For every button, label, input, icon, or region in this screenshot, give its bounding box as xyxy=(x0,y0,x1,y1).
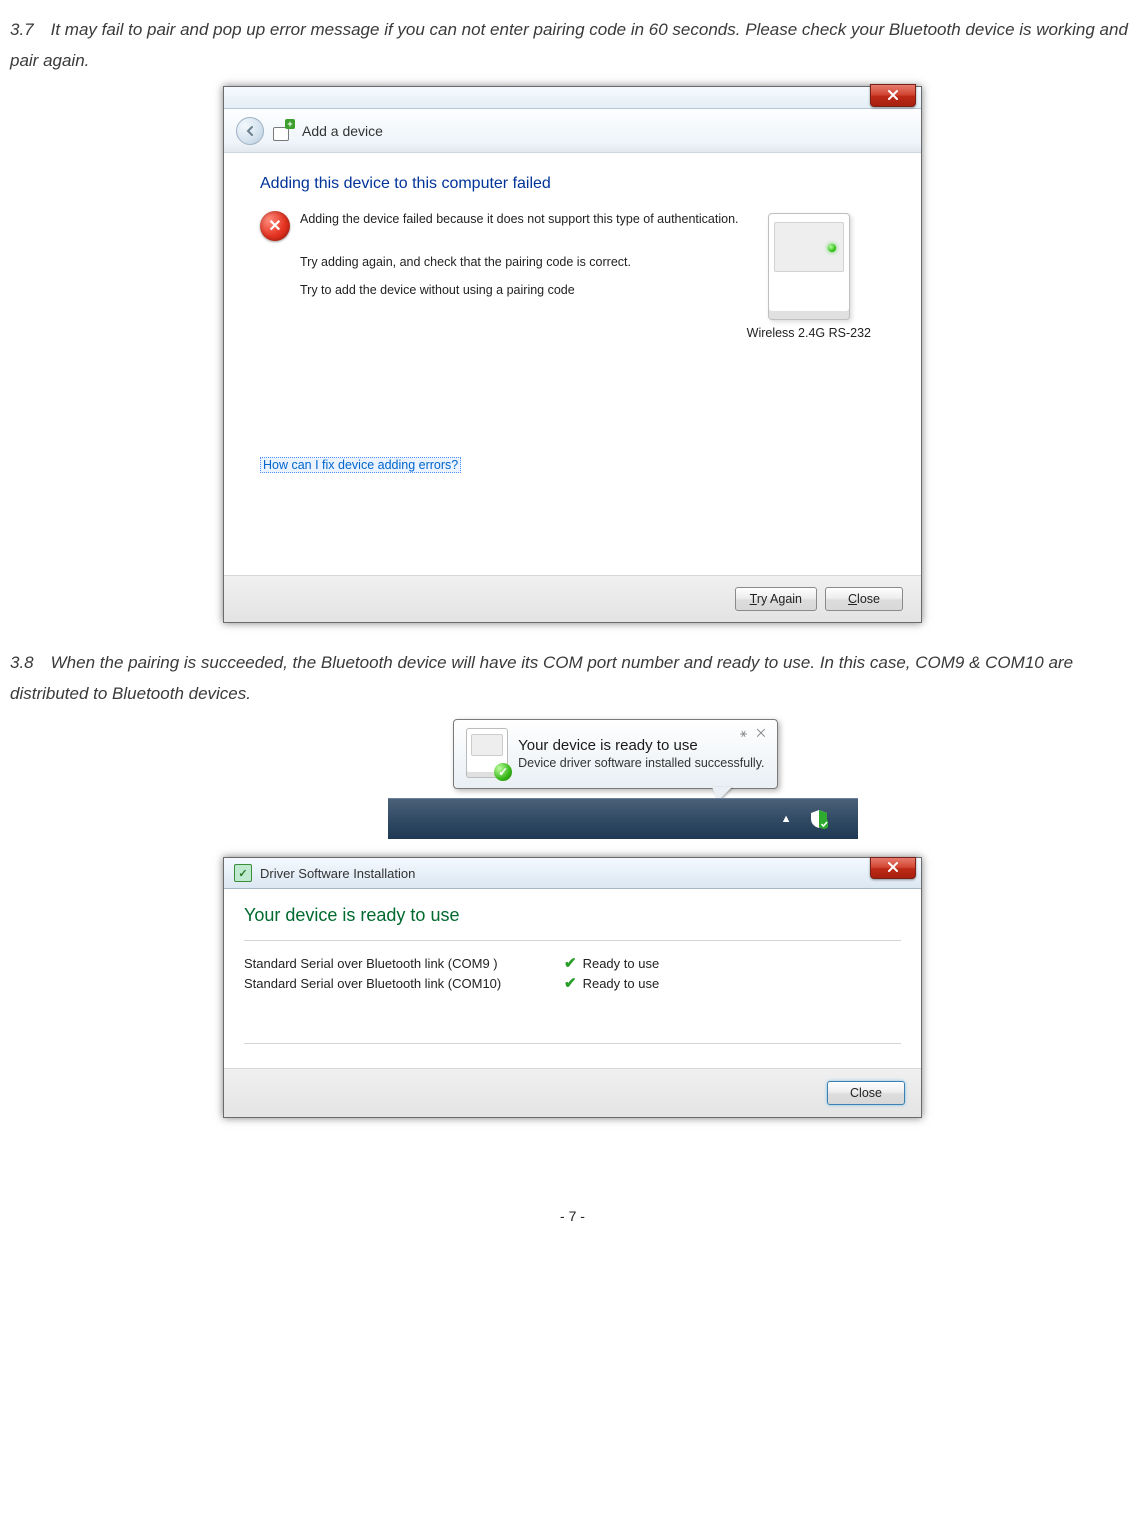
device-icon xyxy=(768,213,850,320)
device-name: Wireless 2.4G RS-232 xyxy=(747,326,871,340)
action-center-icon[interactable] xyxy=(810,809,828,829)
close-icon xyxy=(886,860,900,874)
error-heading: Adding this device to this computer fail… xyxy=(260,175,885,193)
device-row: Standard Serial over Bluetooth link (COM… xyxy=(244,953,901,973)
help-link[interactable]: How can I fix device adding errors? xyxy=(260,457,461,473)
device-driver-name: Standard Serial over Bluetooth link (COM… xyxy=(244,976,564,991)
device-driver-name: Standard Serial over Bluetooth link (COM… xyxy=(244,956,564,971)
device-preview: Wireless 2.4G RS-232 xyxy=(747,213,871,340)
device-status: Ready to use xyxy=(583,976,660,991)
balloon-subtitle: Device driver software installed success… xyxy=(518,756,764,770)
error-message: Adding the device failed because it does… xyxy=(300,211,739,241)
check-icon: ✔ xyxy=(564,974,577,992)
system-tray-area: ⚹ ✕ ✓ Your device is ready to use Device… xyxy=(288,719,858,839)
separator xyxy=(244,1043,901,1044)
wizard-header: + Add a device xyxy=(224,109,921,153)
close-button[interactable]: Close xyxy=(827,1081,905,1105)
try-again-button[interactable]: Try Again xyxy=(735,587,817,611)
wizard-body: Adding this device to this computer fail… xyxy=(224,153,921,575)
close-icon xyxy=(886,88,900,102)
titlebar: ✓ Driver Software Installation xyxy=(224,858,921,889)
window-frame-top xyxy=(224,87,921,109)
instruction-3-7: 3.7 It may fail to pair and pop up error… xyxy=(10,15,1135,76)
balloon-controls[interactable]: ⚹ ✕ xyxy=(740,726,769,741)
wizard-footer: Try Again Close xyxy=(224,575,921,622)
window-body: Your device is ready to use Standard Ser… xyxy=(224,889,921,1068)
window-title: Driver Software Installation xyxy=(260,866,415,881)
back-button[interactable] xyxy=(236,117,264,145)
separator xyxy=(244,940,901,941)
error-icon: ✕ xyxy=(260,211,290,241)
check-icon: ✔ xyxy=(564,954,577,972)
wizard-title: Add a device xyxy=(302,123,383,139)
instruction-3-8: 3.8 When the pairing is succeeded, the B… xyxy=(10,648,1135,709)
notification-balloon[interactable]: ⚹ ✕ ✓ Your device is ready to use Device… xyxy=(453,719,777,789)
driver-install-window: ✓ Driver Software Installation Your devi… xyxy=(223,857,922,1118)
device-status: Ready to use xyxy=(583,956,660,971)
balloon-title: Your device is ready to use xyxy=(518,737,764,754)
page-number: - 7 - xyxy=(10,1208,1135,1224)
add-device-window: + Add a device Adding this device to thi… xyxy=(223,86,922,623)
taskbar: ▲ xyxy=(388,798,858,839)
close-button[interactable] xyxy=(870,84,916,107)
tray-overflow-icon[interactable]: ▲ xyxy=(781,813,792,825)
success-heading: Your device is ready to use xyxy=(244,905,901,926)
arrow-left-icon xyxy=(244,125,256,137)
device-row: Standard Serial over Bluetooth link (COM… xyxy=(244,973,901,993)
install-success-icon: ✓ xyxy=(234,864,252,882)
close-button[interactable]: Close xyxy=(825,587,903,611)
window-footer: Close xyxy=(224,1068,921,1117)
device-ready-icon: ✓ xyxy=(466,728,508,778)
add-device-icon: + xyxy=(273,121,293,141)
close-button[interactable] xyxy=(870,857,916,879)
